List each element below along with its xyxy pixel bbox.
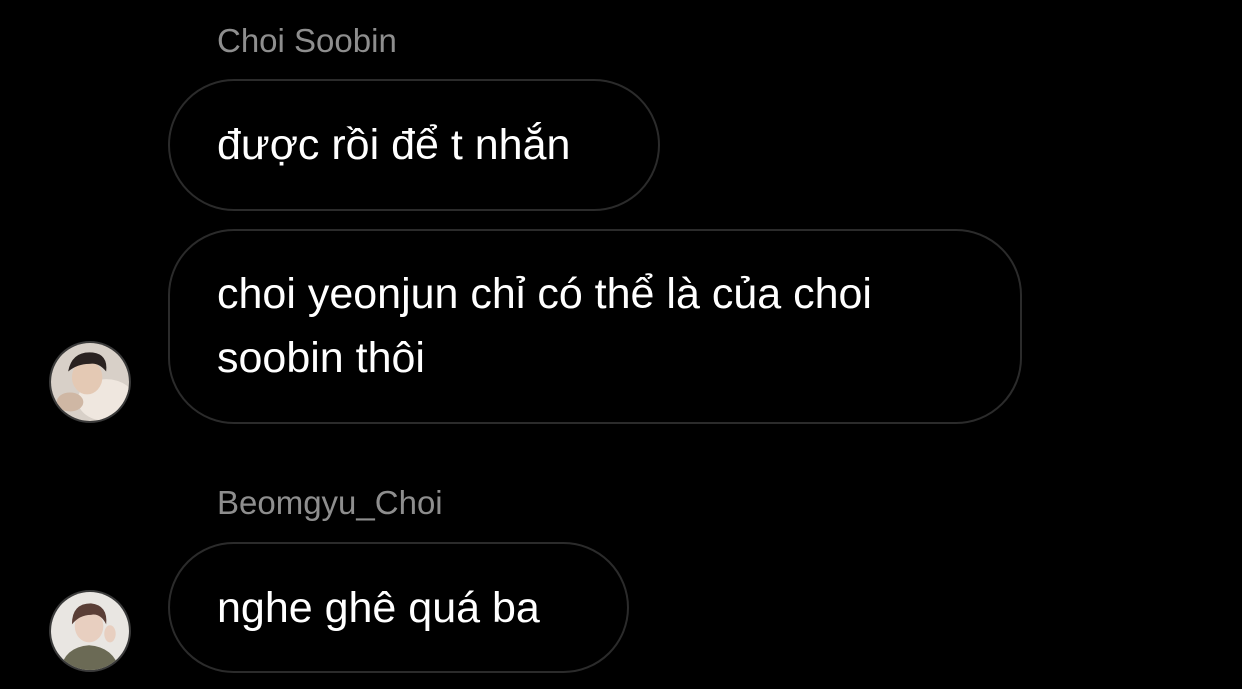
user-avatar-icon[interactable]	[49, 341, 131, 423]
message-text: được rồi để t nhắn	[217, 121, 571, 169]
user-avatar-icon[interactable]	[49, 590, 131, 672]
sender-name: Beomgyu_Choi	[217, 484, 443, 521]
message-text: choi yeonjun chỉ có thể là của choi soob…	[217, 270, 872, 382]
message-bubble[interactable]: nghe ghê quá ba	[168, 542, 629, 673]
sender-name: Choi Soobin	[217, 22, 397, 59]
avatar-portrait-icon	[51, 343, 129, 421]
message-bubble[interactable]: được rồi để t nhắn	[168, 79, 660, 211]
message-bubble[interactable]: choi yeonjun chỉ có thể là của choi soob…	[168, 229, 1022, 424]
message-text: nghe ghê quá ba	[217, 583, 540, 632]
avatar-portrait-icon	[51, 592, 129, 670]
